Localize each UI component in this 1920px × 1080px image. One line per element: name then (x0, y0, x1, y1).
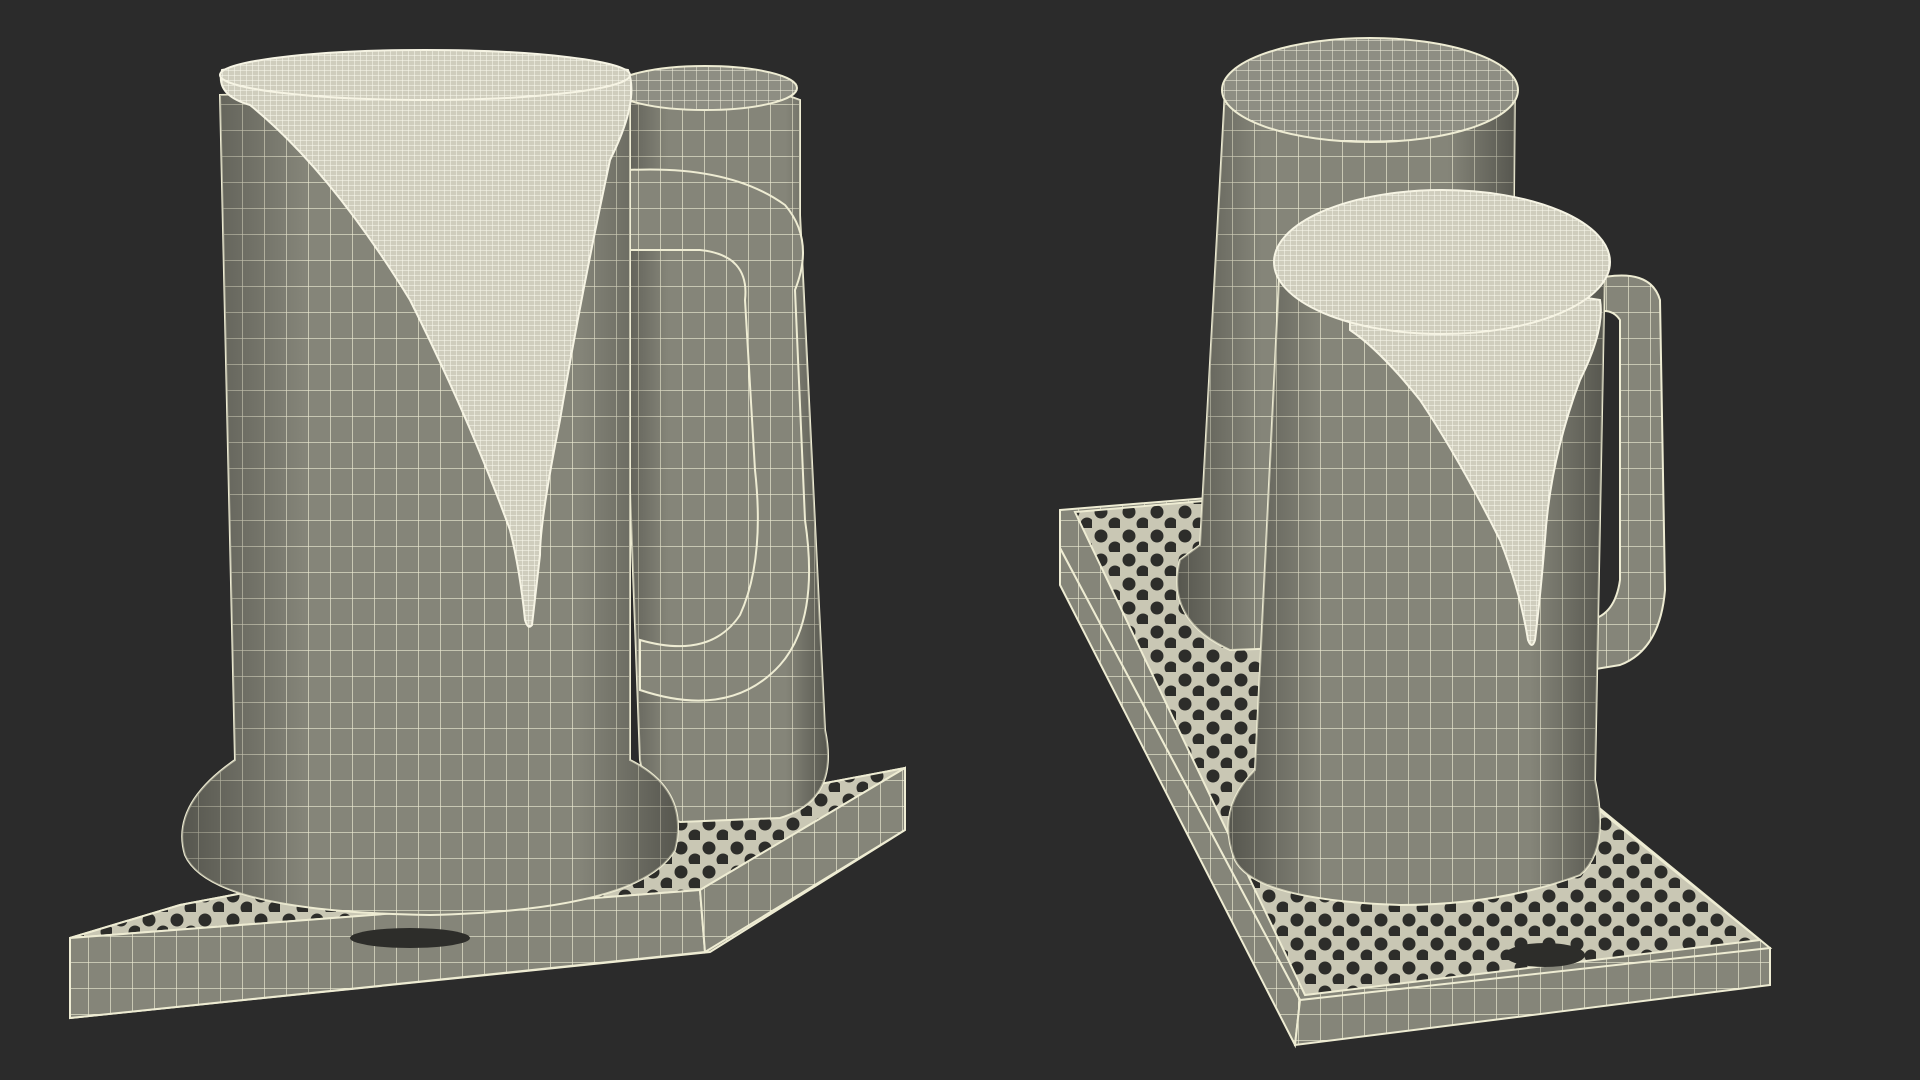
beer-mug-front (181, 49, 679, 917)
left-view (69, 49, 906, 1020)
render-viewport (0, 0, 1920, 1080)
right-view (1059, 37, 1773, 1049)
beer-mug-front (1227, 189, 1611, 907)
wireframe-render (69, 37, 1773, 1049)
